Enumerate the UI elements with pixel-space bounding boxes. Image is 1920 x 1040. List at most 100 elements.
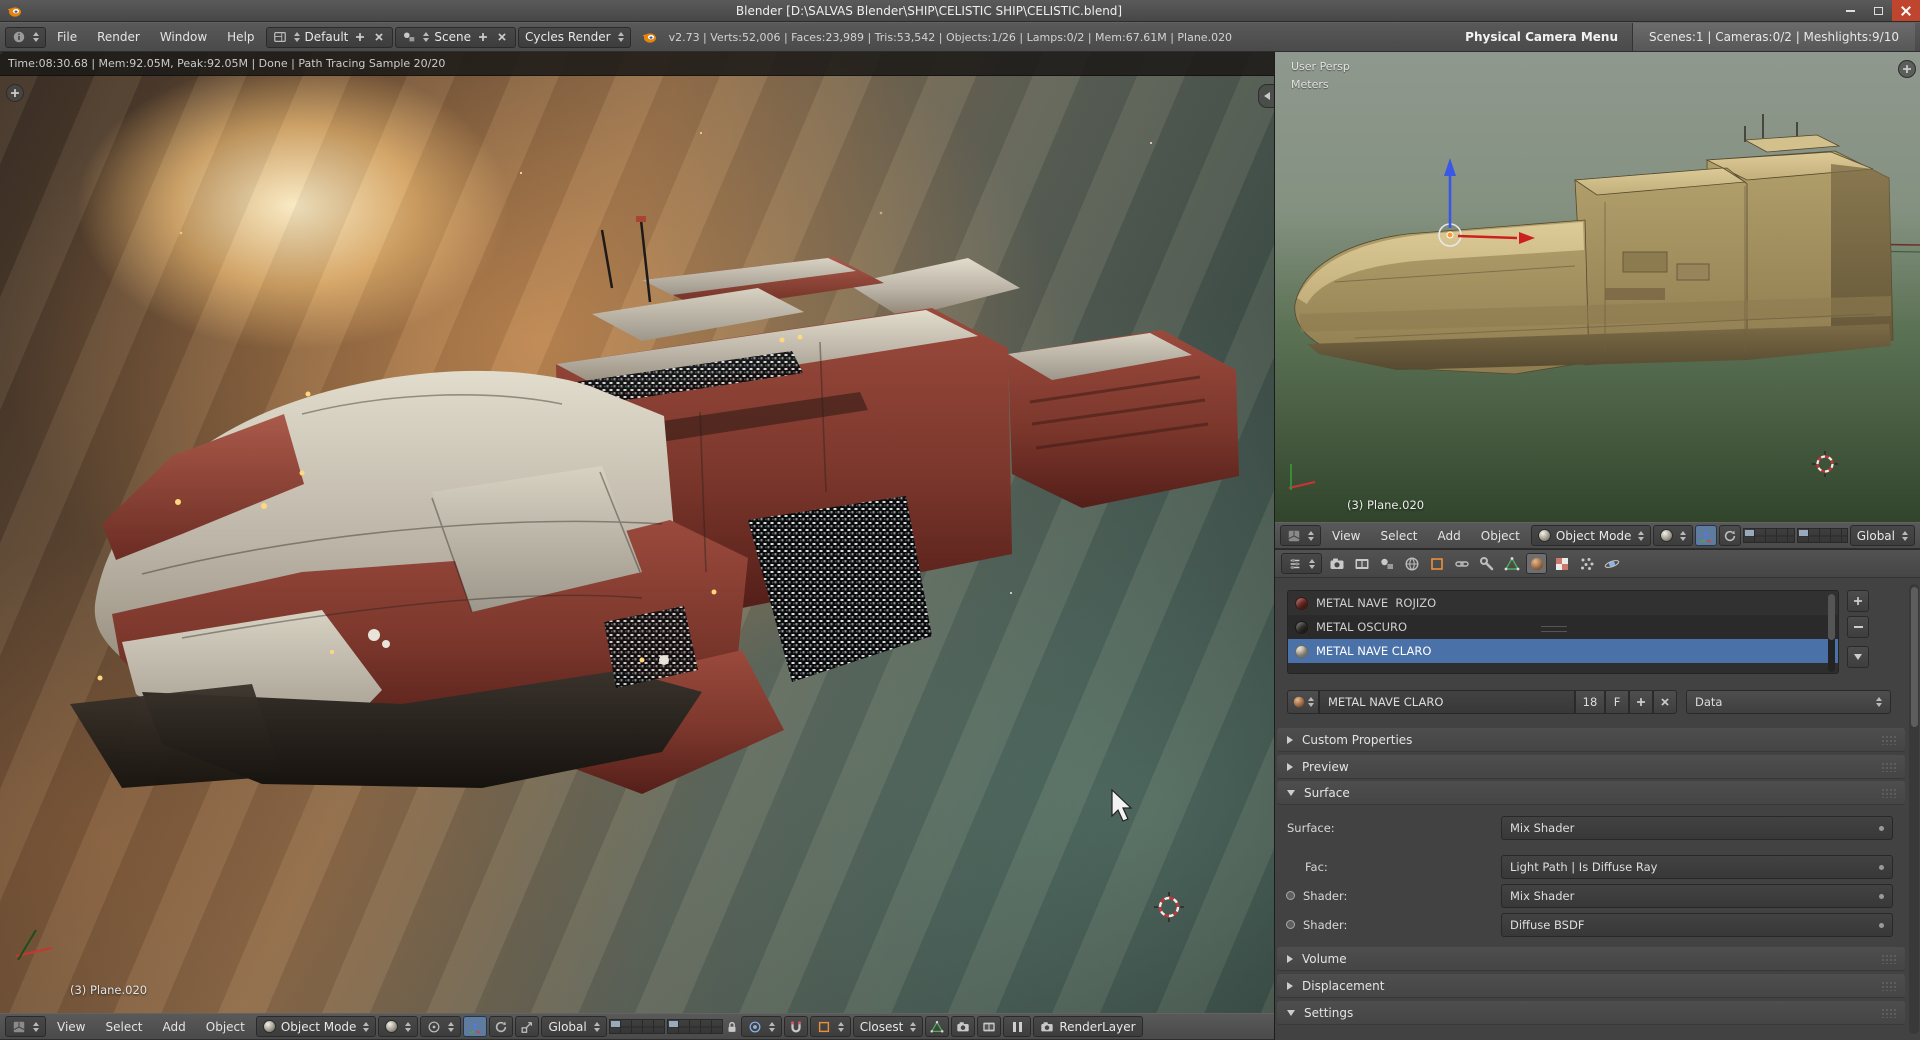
snap-normal-icon [930, 1020, 944, 1034]
menu-view[interactable]: View [48, 1020, 94, 1034]
properties-region-expand-button[interactable] [1898, 60, 1916, 78]
texture-tab-icon[interactable] [1551, 553, 1572, 574]
render-layers-tab-icon[interactable] [1351, 553, 1372, 574]
scene-tab-icon[interactable] [1376, 553, 1397, 574]
menu-window[interactable]: Window [151, 30, 216, 44]
add-material-slot-button[interactable] [1847, 590, 1869, 612]
delete-scene-icon[interactable] [495, 30, 509, 44]
orientation-dropdown[interactable]: Global [541, 1016, 607, 1037]
panel-custom-properties[interactable]: Custom Properties [1277, 728, 1905, 752]
pause-button[interactable] [1003, 1016, 1032, 1037]
particles-tab-icon[interactable] [1576, 553, 1597, 574]
material-browse-button[interactable] [1287, 690, 1319, 714]
scene-selector[interactable]: Scene [395, 26, 516, 48]
render-tab-icon[interactable] [1326, 553, 1347, 574]
editor-type-selector-info[interactable] [5, 26, 46, 48]
panel-volume[interactable]: Volume [1277, 947, 1905, 971]
physics-tab-icon[interactable] [1601, 553, 1622, 574]
mode-dropdown[interactable]: Object Mode [255, 1016, 377, 1037]
new-material-button[interactable] [1629, 690, 1653, 714]
panel-displacement[interactable]: Displacement [1277, 974, 1905, 998]
menu-view-3d[interactable]: View [1323, 529, 1369, 543]
snap-target-dropdown[interactable]: Closest [852, 1016, 924, 1037]
material-name-field[interactable]: METAL NAVE CLARO [1319, 690, 1575, 714]
properties-editor: METAL NAVE ROJIZO METAL OSCURO METAL NAV… [1275, 549, 1920, 1040]
delete-layout-icon[interactable] [372, 30, 386, 44]
lock-icon[interactable] [725, 1020, 739, 1034]
menu-select-3d[interactable]: Select [1371, 529, 1426, 543]
editor-type-selector-3d[interactable] [5, 1016, 46, 1037]
manipulator-translate-button[interactable] [463, 1016, 488, 1037]
render-engine-dropdown[interactable]: Cycles Render [517, 26, 631, 48]
shader1-socket-icon[interactable] [1286, 891, 1295, 900]
orientation-dropdown-3d[interactable]: Global [1849, 525, 1915, 546]
shader2-dropdown[interactable]: Diffuse BSDF [1501, 913, 1893, 937]
snap-element-dropdown[interactable] [809, 1016, 851, 1037]
layers-widget-2[interactable] [666, 1019, 723, 1034]
layers-widget[interactable] [608, 1019, 665, 1034]
render-viewport[interactable]: Time:08:30.68 | Mem:92.05M, Peak:92.05M … [0, 52, 1274, 1013]
manipulator-rotate-button[interactable] [489, 1016, 514, 1037]
constraints-tab-icon[interactable] [1451, 553, 1472, 574]
render-still-button[interactable] [951, 1016, 976, 1037]
manipulator-scale-button[interactable] [515, 1016, 540, 1037]
viewport-3d[interactable]: User Persp Meters (3) Plane.020 [1275, 52, 1920, 522]
manipulator-translate-button-3d[interactable] [1695, 525, 1718, 546]
material-slot-row[interactable]: METAL NAVE ROJIZO [1288, 591, 1838, 615]
material-link-dropdown[interactable]: Data [1686, 690, 1891, 714]
pivot-dropdown[interactable] [420, 1016, 462, 1037]
material-list-scrollbar[interactable] [1828, 594, 1835, 672]
material-tab-icon[interactable] [1526, 553, 1547, 574]
layers-widget-3d[interactable] [1743, 528, 1795, 543]
physical-camera-menu-label[interactable]: Physical Camera Menu [1453, 30, 1630, 44]
render-animation-button[interactable] [977, 1016, 1002, 1037]
panel-settings[interactable]: Settings [1277, 1001, 1905, 1025]
editor-type-selector-props[interactable] [1281, 553, 1322, 574]
fac-input-dropdown[interactable]: Light Path | Is Diffuse Ray [1501, 855, 1893, 879]
modifiers-tab-icon[interactable] [1476, 553, 1497, 574]
proportional-edit-dropdown[interactable] [740, 1016, 782, 1037]
snap-magnet-button[interactable] [783, 1016, 808, 1037]
menu-add[interactable]: Add [154, 1020, 195, 1034]
manipulator-rotate-button-3d[interactable] [1719, 525, 1742, 546]
mode-dropdown-3d[interactable]: Object Mode [1530, 525, 1652, 546]
menu-add-3d[interactable]: Add [1429, 529, 1470, 543]
shader2-socket-icon[interactable] [1286, 920, 1295, 929]
menu-help[interactable]: Help [218, 30, 263, 44]
object-tab-icon[interactable] [1426, 553, 1447, 574]
remove-material-slot-button[interactable] [1847, 616, 1869, 638]
material-specials-menu-button[interactable] [1847, 646, 1869, 668]
properties-scrollbar[interactable] [1909, 584, 1919, 1034]
screen-layout-selector[interactable]: Default [265, 26, 394, 48]
material-slot-row-selected[interactable]: METAL NAVE CLARO [1288, 639, 1838, 663]
surface-shader-dropdown[interactable]: Mix Shader [1501, 816, 1893, 840]
editor-type-selector-3d-right[interactable] [1280, 525, 1321, 546]
region-expand-button[interactable] [1258, 84, 1274, 108]
fake-user-button[interactable]: F [1605, 690, 1629, 714]
ship-model[interactable] [1294, 114, 1894, 375]
toolshelf-expand-button[interactable] [6, 84, 24, 102]
menu-render[interactable]: Render [88, 30, 149, 44]
menu-object[interactable]: Object [197, 1020, 254, 1034]
render-layer-dropdown[interactable]: RenderLayer [1033, 1016, 1143, 1037]
panel-surface[interactable]: Surface [1277, 781, 1905, 805]
menu-object-3d[interactable]: Object [1472, 529, 1529, 543]
maximize-button[interactable] [1864, 0, 1892, 21]
viewport-shading-dropdown[interactable] [378, 1016, 419, 1037]
material-users-count-button[interactable]: 18 [1575, 690, 1605, 714]
world-tab-icon[interactable] [1401, 553, 1422, 574]
layers-widget-3d-2[interactable] [1796, 528, 1848, 543]
close-button[interactable] [1892, 0, 1920, 21]
snap-normal-button[interactable] [925, 1016, 950, 1037]
list-resize-grip[interactable] [1541, 626, 1567, 632]
viewport-shading-dropdown-3d[interactable] [1653, 525, 1694, 546]
add-layout-icon[interactable] [353, 30, 367, 44]
panel-preview[interactable]: Preview [1277, 755, 1905, 779]
object-data-tab-icon[interactable] [1501, 553, 1522, 574]
menu-select[interactable]: Select [96, 1020, 151, 1034]
menu-file[interactable]: File [48, 30, 86, 44]
add-scene-icon[interactable] [476, 30, 490, 44]
minimize-button[interactable] [1836, 0, 1864, 21]
shader1-dropdown[interactable]: Mix Shader [1501, 884, 1893, 908]
unlink-material-button[interactable] [1653, 690, 1677, 714]
